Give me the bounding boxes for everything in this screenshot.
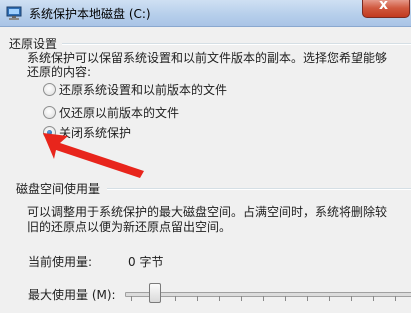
computer-icon bbox=[6, 6, 22, 20]
current-usage-value: 0 字节 bbox=[128, 255, 164, 269]
radio-label: 仅还原以前版本的文件 bbox=[59, 106, 180, 120]
slider-tick bbox=[351, 296, 352, 301]
restore-description-line2: 还原的内容: bbox=[27, 65, 92, 79]
radio-button[interactable] bbox=[43, 106, 56, 119]
max-usage-slider-track[interactable] bbox=[125, 292, 411, 297]
max-usage-slider-thumb[interactable] bbox=[149, 283, 161, 303]
disk-description-line2: 旧的还原点以便为新还原点留出空间。 bbox=[27, 220, 232, 234]
slider-tick bbox=[175, 296, 176, 301]
radio-label: 还原系统设置和以前版本的文件 bbox=[59, 83, 228, 97]
slider-tick bbox=[307, 296, 308, 301]
slider-tick bbox=[197, 296, 198, 301]
slider-tick bbox=[329, 296, 330, 301]
system-protection-dialog: 系统保护本地磁盘 (C:) x 还原设置 系统保护可以保留系统设置和以前文件版本… bbox=[0, 0, 411, 313]
slider-tick bbox=[219, 296, 220, 301]
slider-tick bbox=[131, 296, 132, 301]
slider-tick bbox=[395, 296, 396, 301]
disk-usage-heading: 磁盘空间使用量 bbox=[16, 182, 101, 196]
window-title: 系统保护本地磁盘 (C:) bbox=[29, 7, 151, 21]
radio-button[interactable] bbox=[43, 83, 56, 96]
close-button[interactable]: x bbox=[362, 0, 410, 18]
slider-tick bbox=[373, 296, 374, 301]
close-icon: x bbox=[379, 0, 389, 13]
current-usage-label: 当前使用量: bbox=[28, 255, 93, 269]
disk-group-divider bbox=[107, 188, 411, 190]
red-arrow-annotation bbox=[43, 133, 144, 178]
title-bar: 系统保护本地磁盘 (C:) x bbox=[0, 0, 411, 27]
slider-tick bbox=[241, 296, 242, 301]
restore-group-divider bbox=[62, 43, 411, 45]
slider-tick bbox=[263, 296, 264, 301]
max-usage-label: 最大使用量 (M): bbox=[28, 288, 116, 302]
slider-tick bbox=[285, 296, 286, 301]
